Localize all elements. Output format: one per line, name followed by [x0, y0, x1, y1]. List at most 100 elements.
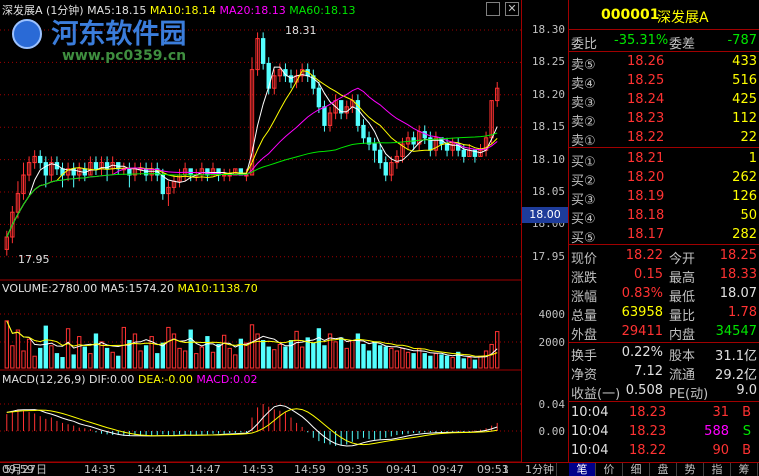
volume-bar [378, 345, 383, 369]
finance-row: 收益(一) 0.508 PE(动) 9.0 [569, 381, 759, 402]
right-tab-5[interactable]: 指 [704, 463, 731, 476]
volume-bar [272, 349, 277, 369]
tick-side: S [742, 424, 751, 439]
price-axis-label: 18.30 [531, 23, 565, 36]
right-tab-4[interactable]: 势 [677, 463, 704, 476]
right-tab-0[interactable]: 笔 [569, 463, 596, 476]
volume-bar [238, 338, 244, 369]
volume-bar [104, 347, 110, 369]
watermark-title-text: 河东软件园 [51, 19, 187, 50]
tick-row[interactable]: 10:04 18.23 31 B [569, 403, 759, 422]
volume-bar [82, 346, 87, 369]
order-volume: 22 [740, 130, 757, 145]
volume-bar [389, 347, 394, 369]
volume-bar [32, 355, 37, 369]
right-tab-6[interactable]: 筹 [731, 463, 758, 476]
quote-row-cell: 18.33 [719, 267, 757, 282]
legend-volume: VOLUME:2780.00 [2, 282, 98, 295]
volume-bar [49, 345, 54, 369]
volume-bar [299, 346, 305, 369]
volume-bar [428, 355, 433, 369]
volume-bar [155, 353, 160, 369]
volume-bar [116, 355, 121, 369]
volume-bar [77, 336, 82, 369]
macd-axis-000: 0.00 [538, 425, 566, 438]
order-row[interactable]: 买⑤ 18.17 282 [569, 225, 759, 246]
volume-bar [316, 328, 322, 369]
candle-body [260, 38, 266, 64]
order-price: 18.25 [627, 73, 665, 88]
order-row[interactable]: 卖④ 18.25 516 [569, 71, 759, 92]
quote-row-cell: 0.15 [634, 267, 663, 282]
legend-dea: DEA:-0.00 [137, 373, 193, 386]
order-row[interactable]: 买③ 18.19 126 [569, 187, 759, 208]
volume-bar [489, 343, 494, 369]
volume-bar [249, 324, 255, 369]
tick-volume: 588 [704, 424, 729, 439]
quote-row: 涨幅 0.83% 最低 18.07 [569, 284, 759, 305]
order-volume: 516 [732, 73, 757, 88]
current-price-tag: 18.00 [522, 207, 568, 223]
volume-bar [322, 345, 327, 369]
volume-bar [43, 325, 48, 369]
volume-bar [467, 357, 472, 369]
watermark-url: www.pc0359.cn [62, 48, 187, 64]
price-axis-label: 18.25 [531, 55, 565, 69]
order-row[interactable]: 卖② 18.23 112 [569, 109, 759, 130]
right-tab-2[interactable]: 细 [623, 463, 650, 476]
tick-row[interactable]: 10:04 18.23 588 S [569, 422, 759, 441]
chart-canvas[interactable] [0, 0, 521, 476]
order-row[interactable]: 买① 18.21 1 [569, 149, 759, 170]
order-row[interactable]: 卖① 18.22 22 [569, 128, 759, 149]
time-label: 09:47 [432, 463, 464, 476]
quote-row: 外盘 29411 内盘 34547 [569, 322, 759, 343]
order-row[interactable]: 卖⑤ 18.26 433 [569, 52, 759, 73]
right-tab-1[interactable]: 价 [596, 463, 623, 476]
candle-body [288, 75, 294, 83]
finance-row-cell: 0.508 [625, 383, 663, 398]
tick-time: 10:04 [571, 424, 609, 439]
weibi-value: -35.31% [614, 33, 669, 48]
tick-price: 18.22 [629, 443, 667, 458]
candle-body [461, 149, 466, 157]
right-tab-3[interactable]: 盘 [650, 463, 677, 476]
volume-bar [405, 351, 411, 369]
kline-chart[interactable]: 深发展A (1分钟) MA5:18.15 MA10:18.14 MA20:18.… [0, 0, 521, 476]
order-row[interactable]: 买④ 18.18 50 [569, 206, 759, 227]
volume-bar [182, 350, 188, 369]
order-row[interactable]: 卖③ 18.24 425 [569, 90, 759, 111]
volume-bar [450, 357, 455, 369]
volume-bar [10, 345, 15, 369]
tick-row[interactable]: 10:04 18.22 90 B [569, 441, 759, 460]
volume-bar [138, 350, 143, 369]
volume-bar [472, 359, 478, 369]
volume-bar [283, 346, 288, 369]
close-icon[interactable]: ✕ [505, 2, 519, 16]
quote-row-cell: 0.83% [621, 286, 663, 301]
watermark-title: 河东软件园 [12, 12, 186, 51]
order-price: 18.19 [627, 189, 665, 204]
volume-bar [65, 328, 71, 369]
candle-body [38, 155, 43, 164]
restore-button[interactable] [486, 2, 500, 16]
order-volume: 282 [732, 227, 757, 242]
candle-body [378, 149, 383, 164]
finance-row-cell: 9.0 [736, 383, 757, 398]
period-tab[interactable]: 1分钟 [523, 463, 557, 476]
time-label: 09:59 [2, 463, 34, 476]
volume-bar [311, 342, 316, 369]
volume-bar [411, 353, 416, 369]
volume-bar [205, 336, 210, 369]
volume-bar [478, 355, 483, 369]
stock-name: 深发展A [657, 10, 709, 26]
price-axis-label: 18.20 [531, 87, 565, 101]
order-row[interactable]: 买② 18.20 262 [569, 168, 759, 189]
quote-row-cell: 18.22 [625, 248, 663, 263]
volume-bar [4, 320, 9, 369]
volume-bar [422, 353, 427, 369]
time-label: 14:53 [242, 463, 274, 476]
candle-body [188, 168, 193, 176]
price-axis-label: 18.10 [531, 152, 565, 166]
time-label: 14:47 [189, 463, 221, 476]
quote-row-cell: 外盘 [571, 328, 598, 343]
